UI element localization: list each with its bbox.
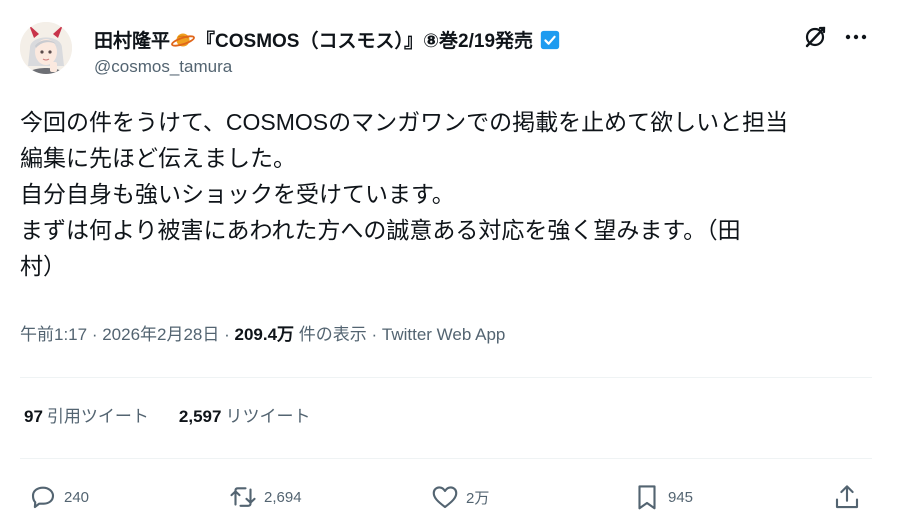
tweet-header: 田村隆平 『COSMOS（コスモス）』⑧巻2/19発売 @cosmos_tamu… bbox=[20, 20, 878, 80]
tweet-meta: 午前1:17 · 2026年2月28日 · 209.4万 件の表示 · Twit… bbox=[20, 320, 505, 345]
tweet-source[interactable]: Twitter Web App bbox=[382, 325, 505, 344]
share-button[interactable] bbox=[832, 480, 862, 514]
reply-icon bbox=[31, 486, 55, 509]
meta-separator: · bbox=[219, 325, 235, 344]
grok-button[interactable] bbox=[802, 24, 828, 50]
quote-count: 97 bbox=[24, 407, 43, 426]
tweet-text: 今回の件をうけて、COSMOSのマンガワンでの掲載を止めて欲しいと担当 編集に先… bbox=[20, 104, 870, 284]
meta-separator: · bbox=[366, 325, 382, 344]
share-icon bbox=[835, 485, 859, 509]
quote-tweets-stat[interactable]: 97 引用ツイート bbox=[24, 402, 149, 427]
verified-badge-icon[interactable] bbox=[539, 29, 561, 51]
meta-separator: · bbox=[87, 325, 103, 344]
grok-icon bbox=[805, 26, 826, 48]
like-count: 2万 bbox=[466, 489, 490, 507]
more-options-button[interactable] bbox=[842, 24, 870, 50]
like-button[interactable]: 2万 bbox=[430, 480, 489, 514]
retweet-count: 2,597 bbox=[178, 407, 222, 426]
more-icon bbox=[845, 34, 867, 40]
reply-button[interactable]: 240 bbox=[28, 480, 89, 514]
divider bbox=[20, 458, 872, 459]
like-icon bbox=[432, 486, 458, 509]
engagement-stats: 97 引用ツイート 2,597 リツイート bbox=[24, 402, 310, 427]
retweet-action-count: 2,694 bbox=[264, 488, 302, 506]
tweet-time[interactable]: 午前1:17 bbox=[20, 325, 87, 344]
retweet-icon bbox=[230, 487, 256, 507]
views-label: 件の表示 bbox=[294, 325, 367, 344]
user-handle[interactable]: @cosmos_tamura bbox=[94, 57, 232, 77]
tweet-card: 田村隆平 『COSMOS（コスモス）』⑧巻2/19発売 @cosmos_tamu… bbox=[0, 0, 898, 529]
reply-count: 240 bbox=[64, 488, 90, 506]
tweet-date[interactable]: 2026年2月28日 bbox=[102, 325, 219, 344]
bookmark-button[interactable]: 945 bbox=[632, 480, 693, 514]
bookmark-count: 945 bbox=[668, 488, 694, 506]
retweet-label: リツイート bbox=[225, 407, 311, 426]
display-name-prefix[interactable]: 田村隆平 bbox=[94, 26, 170, 53]
tweet-line: 自分自身も強いショックを受けています。 bbox=[20, 181, 455, 207]
views-count: 209.4万 bbox=[234, 325, 295, 344]
tweet-line: 今回の件をうけて、COSMOSのマンガワンでの掲載を止めて欲しいと担当 bbox=[20, 109, 789, 135]
tweet-line: まずは何より被害にあわれた方への誠意ある対応を強く望みます。（田 bbox=[20, 217, 741, 243]
divider bbox=[20, 377, 872, 378]
tweet-line: 編集に先ほど伝えました。 bbox=[20, 145, 296, 171]
retweet-button[interactable]: 2,694 bbox=[228, 480, 302, 514]
display-name-suffix[interactable]: 『COSMOS（コスモス）』⑧巻2/19発売 bbox=[196, 26, 533, 53]
retweets-stat[interactable]: 2,597 リツイート bbox=[179, 402, 311, 427]
tweet-line: 村） bbox=[20, 253, 66, 279]
display-name-row[interactable]: 田村隆平 『COSMOS（コスモス）』⑧巻2/19発売 bbox=[94, 26, 561, 53]
ringed-planet-icon bbox=[171, 33, 195, 47]
avatar-illustration bbox=[20, 22, 72, 74]
bookmark-icon bbox=[638, 485, 656, 510]
avatar[interactable] bbox=[20, 22, 72, 74]
quote-label: 引用ツイート bbox=[46, 407, 149, 426]
